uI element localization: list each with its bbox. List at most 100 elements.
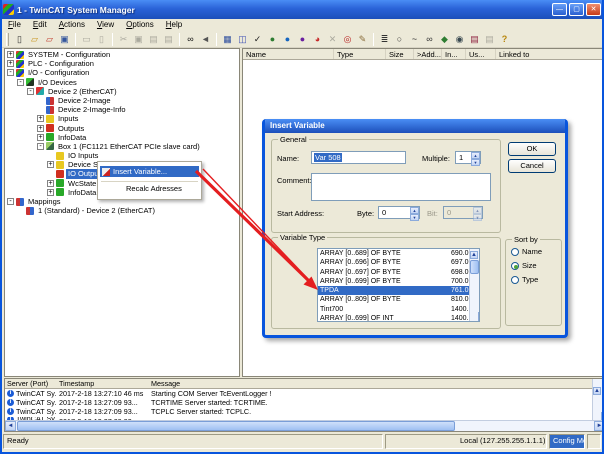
tree-item-io-devices[interactable]: - I/O Devices — [5, 78, 239, 87]
check-addresses-icon[interactable]: ● — [281, 32, 294, 46]
variable-type-item[interactable]: ARRAY [0..809] OF BYTE 810.0 — [318, 295, 479, 304]
tree-item-device-image[interactable]: Device 2-Image — [5, 96, 239, 105]
variable-type-item[interactable]: Tint700 1400. — [318, 305, 479, 314]
context-menu-recalc-addresses[interactable]: Recalc Adresses — [100, 183, 199, 194]
variable-type-item[interactable]: ARRAY [0..697] OF BYTE 698.0 — [318, 268, 479, 277]
sort-by-type-radio[interactable]: Type — [511, 275, 538, 284]
log-row[interactable]: iTwinCAT Sy... 2017-2-18 13:27:09 93... … — [5, 407, 603, 416]
column-inout[interactable]: In... — [442, 49, 466, 59]
tree-item-outputs[interactable]: + Outputs — [5, 124, 239, 133]
column-linked-to[interactable]: Linked to — [496, 49, 603, 59]
maximize-button[interactable]: ▢ — [569, 3, 584, 16]
pointer-icon[interactable]: ◄ — [199, 32, 212, 46]
scroll-right-icon[interactable]: ► — [594, 421, 604, 431]
check-config-icon[interactable]: ✓ — [251, 32, 264, 46]
comment-input[interactable] — [311, 173, 491, 201]
expander-icon[interactable]: - — [7, 69, 14, 76]
watch-icon[interactable]: ∞ — [423, 32, 436, 46]
log-row[interactable]: iTwinCAT Sy... 2017-2-18 13:27:09 93... … — [5, 398, 603, 407]
properties-list-icon[interactable]: ≣ — [378, 32, 391, 46]
column-name[interactable]: Name — [243, 49, 334, 59]
tree-item-infodata[interactable]: + InfoData — [5, 133, 239, 142]
tree-item-inputs[interactable]: + Inputs — [5, 114, 239, 123]
variable-type-item[interactable]: ARRAY [0..699] OF INT 1400. — [318, 314, 479, 322]
expander-icon[interactable]: + — [47, 189, 54, 196]
spinner-up-icon[interactable]: ▲ — [471, 152, 480, 159]
scrollbar-thumb[interactable] — [470, 260, 479, 274]
open-project-icon[interactable]: ▱ — [43, 32, 56, 46]
log-column-message[interactable]: Message — [147, 379, 603, 388]
expander-icon[interactable]: - — [27, 88, 34, 95]
log-column-timestamp[interactable]: Timestamp — [57, 379, 147, 388]
menu-actions[interactable]: Actions — [53, 19, 91, 31]
tree-item-device-2[interactable]: - Device 2 (EtherCAT) — [5, 87, 239, 96]
scrollbar-thumb[interactable] — [17, 421, 455, 431]
edit-icon[interactable]: ✎ — [356, 32, 369, 46]
name-input[interactable]: Var 508 — [311, 151, 406, 164]
log-column-server[interactable]: Server (Port) — [5, 379, 57, 388]
menu-help[interactable]: Help — [160, 19, 188, 31]
scroll-up-icon[interactable]: ▲ — [593, 387, 601, 395]
menu-options[interactable]: Options — [120, 19, 160, 31]
save-icon[interactable]: ▣ — [58, 32, 71, 46]
tree-item-device-image-info[interactable]: Device 2-Image-Info — [5, 105, 239, 114]
column-address[interactable]: >Add... — [414, 49, 442, 59]
expander-icon[interactable]: - — [17, 79, 24, 86]
import-io-icon[interactable]: ◕ — [311, 32, 324, 46]
column-type[interactable]: Type — [334, 49, 386, 59]
log-vertical-scrollbar[interactable]: ▲ ▼ — [592, 379, 603, 422]
tree-item-io-inputs[interactable]: IO Inputs — [5, 151, 239, 160]
expander-icon[interactable]: + — [7, 60, 14, 67]
log-row[interactable]: iTwinCAT Sy... 2017-2-18 13:27:10 46 ms … — [5, 389, 603, 398]
scroll-down-icon[interactable]: ▼ — [478, 312, 480, 321]
radio-icon[interactable] — [511, 276, 519, 284]
variable-type-item-selected[interactable]: TPDA 761.0 — [318, 286, 479, 295]
expander-icon[interactable]: + — [37, 134, 44, 141]
expander-icon[interactable]: + — [47, 180, 54, 187]
tree-item-io-config[interactable]: - I/O - Configuration — [5, 68, 239, 77]
radio-icon[interactable] — [511, 248, 519, 256]
zoom-icon[interactable]: ○ — [393, 32, 406, 46]
spinner-down-icon[interactable]: ▼ — [410, 214, 419, 221]
variable-type-item[interactable]: ARRAY [0..699] OF BYTE 700.0 — [318, 277, 479, 286]
multiple-stepper[interactable]: 1 ▲▼ — [455, 151, 481, 164]
new-file-icon[interactable]: ▯ — [13, 32, 26, 46]
target-system-icon[interactable]: ▦ — [221, 32, 234, 46]
sort-by-size-radio[interactable]: Size — [511, 261, 537, 270]
tree-item-box-1[interactable]: - Box 1 (FC1121 EtherCAT PCIe slave card… — [5, 142, 239, 151]
log-horizontal-scrollbar[interactable]: ◄ ► — [5, 420, 604, 431]
expander-icon[interactable]: - — [7, 198, 14, 205]
book-icon[interactable]: ▤ — [468, 32, 481, 46]
expander-icon[interactable]: + — [37, 115, 44, 122]
radio-checked-icon[interactable] — [511, 262, 519, 270]
variable-list-scrollbar[interactable]: ▲ ▼ — [469, 249, 479, 321]
minimize-button[interactable]: — — [552, 3, 567, 16]
tree-item-mapping-1[interactable]: 1 (Standard) - Device 2 (EtherCAT) — [5, 206, 239, 215]
generate-mappings-icon[interactable]: ● — [266, 32, 279, 46]
menu-view[interactable]: View — [91, 19, 120, 31]
spinner-down-icon[interactable]: ▼ — [471, 159, 480, 166]
sort-by-name-radio[interactable]: Name — [511, 247, 542, 256]
column-size[interactable]: Size — [386, 49, 414, 59]
expander-icon[interactable]: - — [37, 143, 44, 150]
tree-item-system[interactable]: + SYSTEM - Configuration — [5, 50, 239, 59]
column-user[interactable]: Us... — [466, 49, 496, 59]
cancel-button[interactable]: Cancel — [508, 159, 556, 173]
variable-type-item[interactable]: ARRAY [0..696] OF BYTE 697.0 — [318, 258, 479, 267]
expander-icon[interactable]: + — [47, 161, 54, 168]
variable-type-item[interactable]: ARRAY [0..689] OF BYTE 690.0 — [318, 249, 479, 258]
expander-icon[interactable]: + — [7, 51, 14, 58]
close-button[interactable]: ✕ — [586, 3, 601, 16]
open-file-icon[interactable]: ▱ — [28, 32, 41, 46]
menu-edit[interactable]: Edit — [27, 19, 53, 31]
spinner-up-icon[interactable]: ▲ — [410, 207, 419, 214]
log-view-icon[interactable]: ◉ — [453, 32, 466, 46]
export-io-icon[interactable]: ● — [296, 32, 309, 46]
free-run-icon[interactable]: ◆ — [438, 32, 451, 46]
tree-item-plc[interactable]: + PLC - Configuration — [5, 59, 239, 68]
byte-stepper[interactable]: 0 ▲▼ — [378, 206, 420, 219]
scope-icon[interactable]: ~ — [408, 32, 421, 46]
menu-file[interactable]: File — [2, 19, 27, 31]
compare-icon[interactable]: ◫ — [236, 32, 249, 46]
context-menu-insert-variable[interactable]: Insert Variable... — [100, 166, 199, 177]
